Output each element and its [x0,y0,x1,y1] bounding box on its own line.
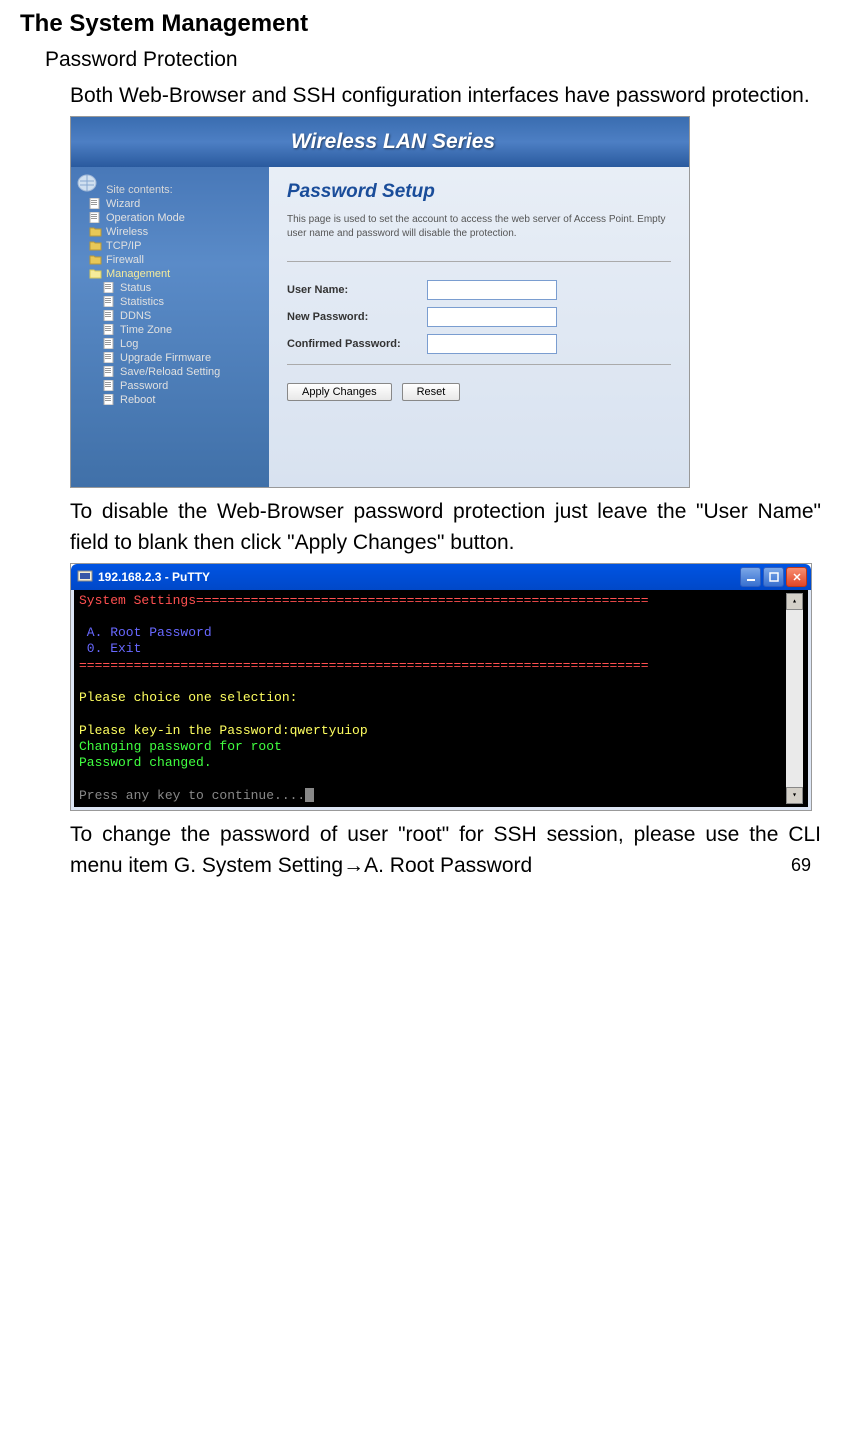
sidebar-title: Site contents: [106,184,173,196]
terminal-line: Press any key to continue.... [79,788,784,804]
site-globe-icon [75,173,99,193]
sidebar-item-label: Upgrade Firmware [120,352,211,364]
close-button[interactable] [786,567,807,587]
sidebar-item-label: DDNS [120,310,151,322]
sidebar-item-tcp-ip[interactable]: TCP/IP [75,239,265,253]
web-header-banner: Wireless LAN Series [71,117,689,167]
sidebar-item-time-zone[interactable]: Time Zone [75,323,265,337]
sidebar-item-ddns[interactable]: DDNS [75,309,265,323]
terminal-line: Please key-in the Password:qwertyuiop [79,723,784,739]
folder-icon [89,268,102,279]
sidebar-item-label: Time Zone [120,324,172,336]
sidebar-item-log[interactable]: Log [75,337,265,351]
file-icon [103,282,116,293]
sidebar-item-save-reload-setting[interactable]: Save/Reload Setting [75,365,265,379]
terminal-line: 0. Exit [79,641,784,657]
sidebar-item-password[interactable]: Password [75,379,265,393]
terminal-cursor [305,788,314,802]
terminal-line [79,674,784,690]
sidebar-item-label: Log [120,338,138,350]
apply-changes-button[interactable]: Apply Changes [287,383,392,401]
sidebar-item-management[interactable]: Management [75,267,265,281]
folder-icon [89,226,102,237]
file-icon [103,366,116,377]
putty-app-icon [77,570,93,584]
sidebar-item-label: Reboot [120,394,155,406]
form-label: Confirmed Password: [287,338,427,350]
sidebar-item-label: Status [120,282,151,294]
sidebar-item-label: Wireless [106,226,148,238]
section-heading: Password Protection [45,48,821,72]
web-browser-screenshot: Wireless LAN Series Site contents: Wizar… [70,116,821,488]
scroll-down-arrow[interactable]: ▾ [786,787,803,804]
paragraph-2: To disable the Web-Browser password prot… [70,496,821,559]
divider [287,261,671,262]
terminal-line [79,771,784,787]
putty-titlebar: 192.168.2.3 - PuTTY [71,564,811,590]
terminal-line: A. Root Password [79,625,784,641]
web-sidebar: Site contents: Wizard Operation Mode Wirel… [71,167,269,488]
sidebar-item-label: Firewall [106,254,144,266]
form-label: New Password: [287,311,427,323]
reset-button[interactable]: Reset [402,383,461,401]
file-icon [103,338,116,349]
terminal-line: ========================================… [79,658,784,674]
file-icon [103,352,116,363]
sidebar-item-label: Operation Mode [106,212,185,224]
sidebar-item-operation-mode[interactable]: Operation Mode [75,211,265,225]
putty-title-text: 192.168.2.3 - PuTTY [98,570,210,584]
page-heading: The System Management [20,10,821,38]
putty-screenshot: 192.168.2.3 - PuTTY System Settings=====… [70,563,821,811]
maximize-button[interactable] [763,567,784,587]
scrollbar[interactable]: ▴ ▾ [786,593,803,804]
sidebar-item-upgrade-firmware[interactable]: Upgrade Firmware [75,351,265,365]
folder-icon [89,254,102,265]
content-title: Password Setup [287,181,671,203]
sidebar-item-wizard[interactable]: Wizard [75,197,265,211]
sidebar-item-label: TCP/IP [106,240,141,252]
sidebar-item-wireless[interactable]: Wireless [75,225,265,239]
user-name-input[interactable] [427,280,557,300]
folder-icon [89,240,102,251]
form-label: User Name: [287,284,427,296]
sidebar-item-statistics[interactable]: Statistics [75,295,265,309]
sidebar-item-label: Statistics [120,296,164,308]
sidebar-item-label: Password [120,380,168,392]
file-icon [103,296,116,307]
file-icon [103,310,116,321]
form-row: Confirmed Password: [287,334,671,354]
terminal-line: Please choice one selection: [79,690,784,706]
form-row: User Name: [287,280,671,300]
file-icon [89,198,102,209]
paragraph-1: Both Web-Browser and SSH configuration i… [70,80,821,112]
file-icon [103,380,116,391]
file-icon [103,324,116,335]
sidebar-item-reboot[interactable]: Reboot [75,393,265,407]
sidebar-item-label: Management [106,268,170,280]
page-number: 69 [791,855,811,876]
paragraph-3: To change the password of user "root" fo… [70,819,821,882]
terminal-line [79,706,784,722]
terminal-line: Password changed. [79,755,784,771]
new-password-input[interactable] [427,307,557,327]
scroll-up-arrow[interactable]: ▴ [786,593,803,610]
web-content-panel: Password Setup This page is used to set … [269,167,689,488]
sidebar-item-status[interactable]: Status [75,281,265,295]
sidebar-item-label: Wizard [106,198,140,210]
terminal-line [79,609,784,625]
sidebar-item-label: Save/Reload Setting [120,366,220,378]
web-header-title: Wireless LAN Series [291,130,495,154]
terminal-line: Changing password for root [79,739,784,755]
divider [287,364,671,365]
form-row: New Password: [287,307,671,327]
sidebar-item-firewall[interactable]: Firewall [75,253,265,267]
file-icon [103,394,116,405]
terminal-content: System Settings=========================… [71,590,811,810]
terminal-line: System Settings=========================… [79,593,784,609]
content-description: This page is used to set the account to … [287,213,671,241]
file-icon [89,212,102,223]
confirmed-password-input[interactable] [427,334,557,354]
minimize-button[interactable] [740,567,761,587]
